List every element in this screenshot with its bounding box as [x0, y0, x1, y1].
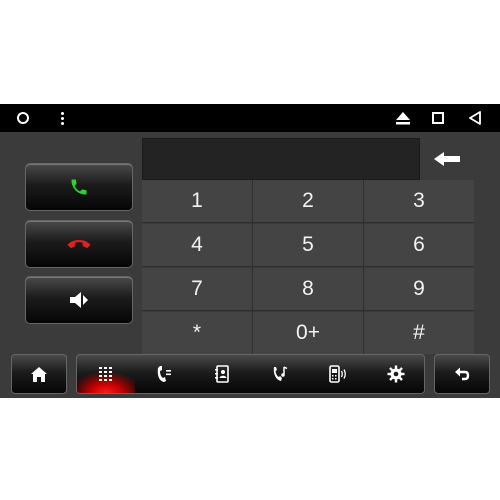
return-button[interactable] [434, 354, 490, 394]
key-0-plus[interactable]: 0+ [253, 312, 363, 354]
recent-apps-icon[interactable] [430, 104, 446, 132]
tab-call-log[interactable] [135, 355, 193, 393]
return-arrow-icon [454, 366, 470, 382]
hang-up-icon [67, 237, 91, 251]
status-bar [0, 104, 500, 132]
eject-icon[interactable] [394, 104, 412, 132]
home-button[interactable] [11, 354, 67, 394]
divider [363, 180, 364, 354]
key-hash[interactable]: # [364, 312, 474, 354]
key-5[interactable]: 5 [253, 224, 363, 266]
call-button[interactable] [25, 163, 133, 211]
dialpad-icon [99, 367, 113, 381]
volume-button[interactable] [25, 276, 133, 324]
car-dialer-screen: 1 2 3 4 5 6 7 8 9 * 0+ # [0, 104, 500, 398]
key-3[interactable]: 3 [364, 180, 474, 222]
divider [142, 310, 474, 311]
hang-up-button[interactable] [25, 220, 133, 268]
nav-back-icon[interactable] [466, 104, 484, 132]
home-icon [31, 366, 47, 382]
key-7[interactable]: 7 [142, 268, 252, 310]
divider [142, 266, 474, 267]
key-9[interactable]: 9 [364, 268, 474, 310]
key-star[interactable]: * [142, 312, 252, 354]
tab-dialpad[interactable] [77, 355, 135, 393]
settings-icon [387, 365, 405, 383]
tab-contacts[interactable] [193, 355, 251, 393]
overflow-menu-icon[interactable] [54, 104, 70, 132]
call-icon [69, 177, 89, 197]
dialpad: 1 2 3 4 5 6 7 8 9 * 0+ # [142, 180, 474, 354]
key-4[interactable]: 4 [142, 224, 252, 266]
tab-settings[interactable] [367, 355, 425, 393]
phone-device-icon [328, 365, 348, 383]
circle-icon[interactable] [14, 104, 32, 132]
key-8[interactable]: 8 [253, 268, 363, 310]
key-1[interactable]: 1 [142, 180, 252, 222]
music-icon [271, 365, 289, 383]
backspace-button[interactable] [420, 138, 474, 180]
call-log-icon [156, 365, 172, 383]
key-2[interactable]: 2 [253, 180, 363, 222]
tab-music[interactable] [251, 355, 309, 393]
tab-phone-device[interactable] [309, 355, 367, 393]
backspace-arrow-icon [434, 152, 460, 166]
divider [252, 180, 253, 354]
divider [142, 222, 474, 223]
bottom-tab-bar [76, 354, 425, 394]
key-6[interactable]: 6 [364, 224, 474, 266]
number-display [142, 138, 420, 180]
volume-icon [68, 291, 90, 309]
contacts-icon [214, 365, 230, 383]
